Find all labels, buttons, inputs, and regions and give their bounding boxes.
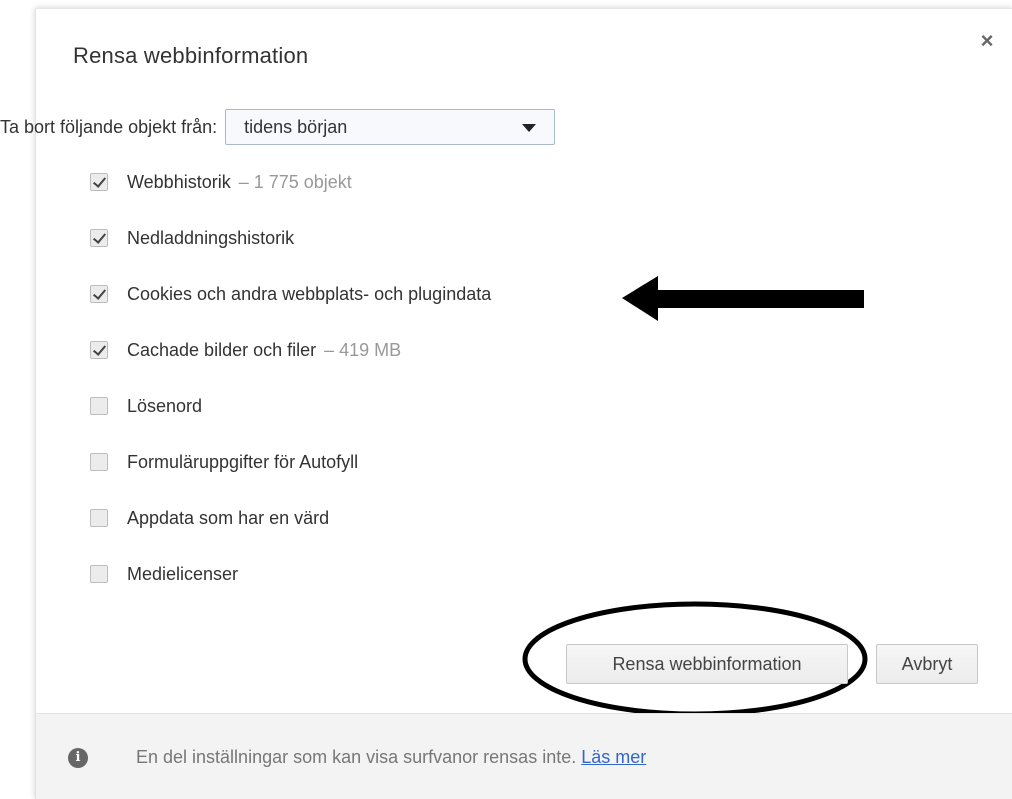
dialog-title: Rensa webbinformation bbox=[73, 43, 309, 68]
info-icon: i bbox=[68, 748, 88, 768]
item-label: Lösenord bbox=[127, 395, 203, 416]
checkbox[interactable] bbox=[90, 173, 108, 191]
learn-more-link[interactable]: Läs mer bbox=[581, 747, 646, 767]
checkbox[interactable] bbox=[90, 565, 108, 583]
footer-message: En del inställningar som kan visa surfva… bbox=[136, 747, 577, 767]
checkbox[interactable] bbox=[90, 453, 108, 471]
time-range-label: Ta bort följande objekt från: bbox=[0, 116, 218, 137]
item-cached-images[interactable]: Cachade bilder och filer – 419 MB bbox=[90, 336, 401, 364]
item-label: Cookies och andra webbplats- och plugind… bbox=[127, 283, 492, 304]
checkbox[interactable] bbox=[90, 341, 108, 359]
footer-text: En del inställningar som kan visa surfva… bbox=[136, 747, 646, 768]
item-count: – 1 775 objekt bbox=[238, 171, 352, 192]
annotation-arrow-icon bbox=[622, 276, 864, 321]
item-hosted-app-data[interactable]: Appdata som har en värd bbox=[90, 504, 329, 532]
close-icon[interactable]: × bbox=[976, 30, 998, 52]
checkbox[interactable] bbox=[90, 229, 108, 247]
chevron-down-icon bbox=[522, 124, 537, 132]
item-label: Formuläruppgifter för Autofyll bbox=[127, 451, 359, 472]
item-label: Webbhistorik bbox=[127, 171, 231, 192]
item-label: Nedladdningshistorik bbox=[127, 227, 295, 248]
item-autofill[interactable]: Formuläruppgifter för Autofyll bbox=[90, 448, 358, 476]
item-download-history[interactable]: Nedladdningshistorik bbox=[90, 224, 294, 252]
item-media-licenses[interactable]: Medielicenser bbox=[90, 560, 238, 588]
clear-data-button[interactable]: Rensa webbinformation bbox=[566, 644, 848, 684]
checkbox[interactable] bbox=[90, 509, 108, 527]
item-cookies[interactable]: Cookies och andra webbplats- och plugind… bbox=[90, 280, 491, 308]
cancel-button[interactable]: Avbryt bbox=[876, 644, 978, 684]
time-range-value: tidens början bbox=[244, 117, 348, 137]
time-range-select[interactable]: tidens början bbox=[225, 109, 556, 145]
item-label: Cachade bilder och filer bbox=[127, 339, 317, 360]
item-passwords[interactable]: Lösenord bbox=[90, 392, 202, 420]
checkbox[interactable] bbox=[90, 285, 108, 303]
item-label: Appdata som har en värd bbox=[127, 507, 330, 528]
checkbox[interactable] bbox=[90, 397, 108, 415]
item-browsing-history[interactable]: Webbhistorik – 1 775 objekt bbox=[90, 168, 352, 196]
time-range-row: Ta bort följande objekt från: tidens bör… bbox=[0, 108, 556, 146]
item-size: – 419 MB bbox=[324, 339, 402, 360]
item-label: Medielicenser bbox=[127, 563, 239, 584]
